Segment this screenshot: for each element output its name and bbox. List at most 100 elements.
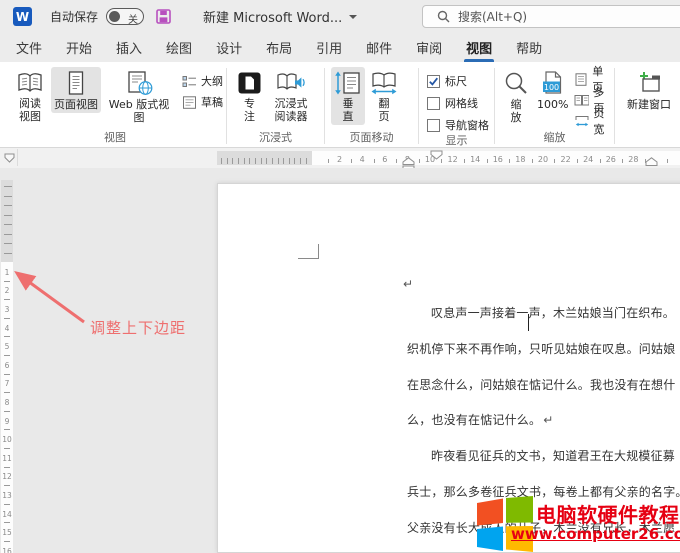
ruler-checkbox[interactable]: 标尺 <box>427 73 489 89</box>
button-label: 页面视图 <box>54 98 98 111</box>
ribbon: 阅读视图 页面视图 Web 版式视图 大纲 <box>0 62 680 148</box>
menu-tab-邮件[interactable]: 邮件 <box>354 33 404 62</box>
document-page[interactable]: ↵ 叹息声一声接着一声，木兰姑娘当门在织布。织机停下来不再作响，只听见姑娘在叹息… <box>217 183 680 553</box>
menu-tab-审阅[interactable]: 审阅 <box>404 33 454 62</box>
svg-text:100: 100 <box>544 83 559 92</box>
paragraph-mark: ↵ <box>403 277 413 291</box>
group-label-page-movement: 页面移动 <box>325 130 418 147</box>
ruler-margin-area <box>217 151 312 165</box>
document-text-line: 兵士，那么多卷征兵文书，每卷上都有父亲的名字。 <box>407 483 680 500</box>
group-label-zoom: 缩放 <box>495 130 614 147</box>
zoom-100-icon: 100 <box>540 71 565 96</box>
ruler-number: 18 <box>510 155 530 164</box>
ruler-number: 12 <box>1 472 13 481</box>
ruler-number: 14 <box>465 155 485 164</box>
ruler-text-area: 246810121416182022242628 <box>312 151 680 165</box>
ruler-tick <box>4 186 12 187</box>
navigation-pane-checkbox[interactable]: 导航窗格 <box>427 117 489 133</box>
vertical-ruler-margin <box>1 180 13 262</box>
ruler-tick <box>622 159 623 163</box>
search-input[interactable]: 搜索(Alt+Q) <box>422 5 680 28</box>
new-window-button[interactable]: 新建窗口 <box>622 67 676 113</box>
zoom-button[interactable]: 缩放 <box>500 67 532 126</box>
toggle-knob <box>109 11 120 22</box>
outline-view-button[interactable]: 大纲 <box>182 73 223 89</box>
read-mode-button[interactable]: 阅读视图 <box>11 67 49 125</box>
ruler-tick <box>255 158 256 164</box>
ruler-number: 2 <box>330 155 350 164</box>
menu-tab-设计[interactable]: 设计 <box>204 33 254 62</box>
ruler-tick <box>4 541 10 542</box>
margin-crop-mark <box>298 244 319 259</box>
ruler-tick <box>306 158 307 164</box>
search-placeholder: 搜索(Alt+Q) <box>458 8 527 25</box>
focus-button[interactable]: 专注 <box>234 67 265 125</box>
vertical-scroll-icon <box>334 71 362 95</box>
titlebar: W 自动保存 关 新建 Microsoft Word... 搜索(Alt+Q) <box>0 0 680 33</box>
ruler-tick <box>4 467 10 468</box>
ruler-tick <box>244 158 245 164</box>
word-logo-icon: W <box>13 7 32 26</box>
vertical-button[interactable]: 垂直 <box>331 67 365 125</box>
ruler-tick <box>4 411 10 412</box>
checkbox-empty-icon <box>427 97 440 110</box>
menubar: 文件开始插入绘图设计布局引用邮件审阅视图帮助 <box>0 33 680 62</box>
checkbox-empty-icon <box>427 119 440 132</box>
ruler-number: 6 <box>375 155 395 164</box>
first-line-indent-marker[interactable] <box>430 150 443 160</box>
ruler-number: 6 <box>1 361 13 370</box>
document-text-line: 在思念什么，问姑娘在惦记什么。我也没有在想什 <box>407 376 675 393</box>
immersive-reader-button[interactable]: 沉浸式阅读器 <box>267 67 315 125</box>
document-title[interactable]: 新建 Microsoft Word... <box>203 7 357 26</box>
ruler-tick <box>374 159 375 163</box>
checkbox-label: 网格线 <box>445 95 478 111</box>
ribbon-group-page-movement: 垂直 翻页 页面移动 <box>325 64 418 147</box>
ribbon-group-zoom: 缩放 100 100% 单页 多页 <box>495 64 614 147</box>
print-layout-button[interactable]: 页面视图 <box>51 67 101 113</box>
menu-tab-文件[interactable]: 文件 <box>4 33 54 62</box>
ruler-tick <box>227 158 228 164</box>
checkbox-checked-icon <box>427 75 440 88</box>
ruler-number: 12 <box>443 155 463 164</box>
save-icon[interactable] <box>156 9 171 24</box>
draft-view-button[interactable]: 草稿 <box>182 94 223 110</box>
ruler-tick <box>554 159 555 163</box>
ruler-number: 13 <box>1 491 13 500</box>
page-width-button[interactable]: 页宽 <box>574 113 614 129</box>
menu-tab-开始[interactable]: 开始 <box>54 33 104 62</box>
button-label: 缩放 <box>508 98 525 124</box>
zoom-100-button[interactable]: 100 100% <box>534 67 571 113</box>
ruler-tick <box>351 159 352 163</box>
checkbox-label: 导航窗格 <box>445 117 489 133</box>
annotation-arrow <box>12 270 97 330</box>
document-text-line: 织机停下来不再作响，只听见姑娘在叹息。问姑娘 <box>407 340 675 357</box>
watermark-site-url: www.computer26.com <box>511 525 680 543</box>
button-label: 专注 <box>241 97 258 123</box>
gridlines-checkbox[interactable]: 网格线 <box>427 95 489 111</box>
menu-tab-绘图[interactable]: 绘图 <box>154 33 204 62</box>
ruler-tick <box>4 196 12 197</box>
ruler-tick <box>4 205 12 206</box>
multi-page-icon <box>574 94 589 107</box>
ruler-tick <box>4 281 10 282</box>
ruler-tick <box>272 158 273 164</box>
menu-tab-布局[interactable]: 布局 <box>254 33 304 62</box>
menu-tab-帮助[interactable]: 帮助 <box>504 33 554 62</box>
tab-selector[interactable] <box>2 149 18 166</box>
ruler-tick <box>419 159 420 163</box>
menu-tab-引用[interactable]: 引用 <box>304 33 354 62</box>
ribbon-group-show: 标尺 网格线 导航窗格 显示 <box>419 64 494 147</box>
ruler-number: 15 <box>1 528 13 537</box>
ruler-tick <box>283 158 284 164</box>
autosave-toggle[interactable]: 关 <box>106 8 144 25</box>
menu-tab-视图[interactable]: 视图 <box>454 33 504 62</box>
web-layout-button[interactable]: Web 版式视图 <box>103 67 175 126</box>
button-label: Web 版式视图 <box>106 98 172 124</box>
horizontal-ruler[interactable]: 246810121416182022242628 <box>0 148 680 168</box>
side-to-side-button[interactable]: 翻页 <box>367 67 401 125</box>
ruler-number: 16 <box>488 155 508 164</box>
right-indent-marker[interactable] <box>645 157 658 167</box>
page-icon <box>65 71 87 96</box>
page-width-icon <box>574 115 589 128</box>
menu-tab-插入[interactable]: 插入 <box>104 33 154 62</box>
